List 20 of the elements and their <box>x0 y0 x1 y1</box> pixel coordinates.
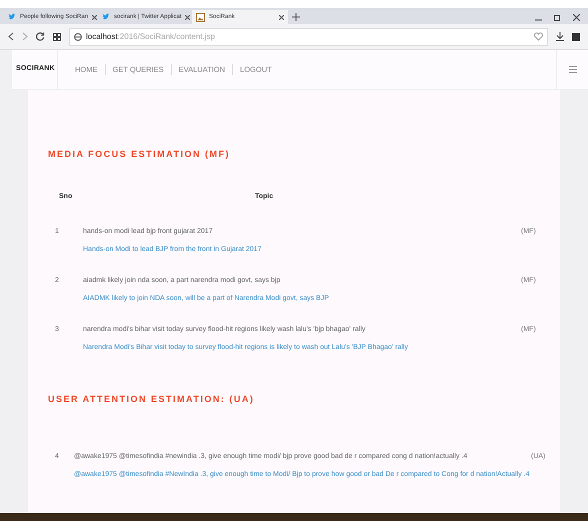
close-icon[interactable] <box>279 14 284 20</box>
heart-icon[interactable] <box>534 32 543 41</box>
close-icon[interactable] <box>92 14 98 20</box>
bird-icon <box>102 13 110 21</box>
download-icon[interactable] <box>556 32 564 41</box>
back-icon[interactable] <box>8 32 14 41</box>
section-title: MEDIA FOCUS ESTIMATION (MF) <box>47 148 231 161</box>
picture-frame-icon <box>196 12 205 22</box>
restore-icon[interactable] <box>554 14 561 21</box>
grid-icon[interactable] <box>53 32 61 40</box>
close-icon[interactable] <box>185 14 190 20</box>
url-text: localhost:2016/SociRank/content.jsp <box>86 30 215 42</box>
globe-icon <box>74 32 82 40</box>
menu-icon[interactable] <box>568 66 576 73</box>
reload-icon[interactable] <box>36 32 45 41</box>
section-title: USER ATTENTION ESTIMATION: (UA) <box>47 393 256 406</box>
url-field[interactable]: localhost:2016/SociRank/content.jsp <box>69 28 548 46</box>
plus-icon[interactable] <box>292 13 300 21</box>
bird-icon <box>8 13 16 21</box>
close-icon[interactable] <box>573 14 580 21</box>
